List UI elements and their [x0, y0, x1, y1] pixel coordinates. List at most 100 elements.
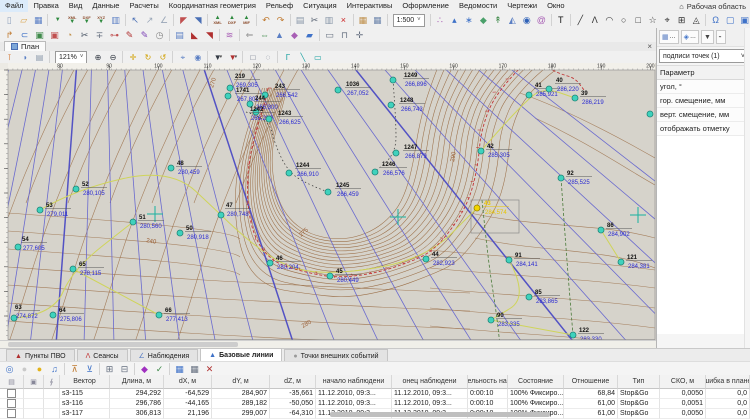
join-button[interactable]: ∓	[92, 29, 107, 42]
map-point[interactable]	[546, 86, 552, 92]
select-contour-button[interactable]: ◌	[260, 52, 275, 63]
new-document-button[interactable]: ▯	[2, 14, 16, 27]
export-mif-button[interactable]: ▲MIF	[239, 14, 253, 27]
map-point[interactable]	[218, 212, 224, 218]
map-point[interactable]	[267, 260, 273, 266]
sphere-view-button[interactable]: ◉	[520, 14, 534, 27]
tab-4-active[interactable]: ▲Базовые линии	[200, 348, 282, 362]
map-point[interactable]	[227, 85, 233, 91]
menu-item-13[interactable]: Окно	[542, 0, 569, 12]
open-document-button[interactable]: ▱	[16, 14, 30, 27]
layers-panel-button[interactable]: ▤	[32, 52, 47, 63]
copy-button[interactable]: ▤	[293, 14, 307, 27]
to-start-button[interactable]: ⊼	[67, 363, 82, 376]
map-point[interactable]	[50, 312, 56, 318]
point-labels-select[interactable]: подписи точек (1) ˅	[659, 49, 749, 63]
circle-tool-button[interactable]: ○	[616, 14, 630, 27]
workspace-area[interactable]: ⌂ Рабочая область	[679, 2, 750, 11]
row-checkbox[interactable]	[7, 389, 16, 398]
column-header-8[interactable]: dZ, м	[270, 375, 316, 389]
measure-tool-button[interactable]: ↗	[142, 14, 156, 27]
map-point[interactable]	[15, 244, 21, 250]
menu-item-2[interactable]: Правка	[28, 0, 63, 12]
zoom-select[interactable]: 121%˅	[55, 51, 87, 64]
rotate-view-button[interactable]: ↻	[140, 52, 155, 63]
map-point[interactable]	[558, 175, 564, 181]
save-button[interactable]: ▦	[31, 14, 45, 27]
snap-corner-button[interactable]: Г	[280, 52, 295, 63]
map-point[interactable]	[618, 259, 624, 265]
binoculars-button[interactable]: ◎	[2, 363, 17, 376]
column-header-14[interactable]: Тип	[618, 375, 660, 389]
row-checkbox[interactable]	[7, 399, 16, 408]
map-point-selected[interactable]	[474, 205, 480, 211]
map-point[interactable]	[266, 116, 272, 122]
table-horizontal-scrollbar[interactable]	[330, 412, 550, 417]
split-button[interactable]: ✂	[77, 29, 92, 42]
region-tool-button[interactable]: Ω	[708, 14, 722, 27]
rectangle-tool-button[interactable]: □	[631, 14, 645, 27]
arc-tool-button[interactable]: ◠	[602, 14, 616, 27]
triangle-tool-button[interactable]: ◬	[689, 14, 703, 27]
menu-item-5[interactable]: Расчеты	[124, 0, 163, 12]
export-xml-button[interactable]: ▲XML	[210, 14, 224, 27]
redo-button[interactable]: ↷	[273, 14, 287, 27]
map-point[interactable]	[70, 266, 76, 272]
previous-button[interactable]: ⇐	[242, 29, 257, 42]
close-tab-button[interactable]: ×	[647, 42, 652, 51]
map-point[interactable]	[423, 256, 429, 262]
panel-collapse-button[interactable]: ╸	[716, 30, 726, 44]
point-move-button[interactable]: ◥	[191, 14, 205, 27]
snap-point-button[interactable]: ▴	[447, 14, 461, 27]
map-point[interactable]	[526, 294, 532, 300]
zoom-in-button[interactable]: ⊕	[90, 52, 105, 63]
map-point[interactable]	[73, 186, 79, 192]
snap-rect-button[interactable]: ▭	[310, 52, 325, 63]
map-point[interactable]	[177, 230, 183, 236]
remove-row-button[interactable]: ⊟	[117, 363, 132, 376]
rotate-object-button[interactable]: ◔	[62, 29, 77, 42]
column-header-10[interactable]: онец наблюдени	[392, 375, 468, 389]
import-xyz-button[interactable]: XYZ▼	[94, 14, 108, 27]
draw-red-button[interactable]: ✎	[122, 29, 137, 42]
panel-menu-button[interactable]: ▼	[701, 30, 714, 44]
select-tool-button[interactable]: ↖	[128, 14, 142, 27]
slope-up-button[interactable]: ◥	[202, 29, 217, 42]
menu-item-9[interactable]: Интерактивы	[342, 0, 398, 12]
grid-tool-button[interactable]: ⊞	[674, 14, 688, 27]
import-dxf-button[interactable]: DXF▼	[79, 14, 93, 27]
crosshair-button[interactable]: ✛	[352, 29, 367, 42]
map-point[interactable]	[570, 332, 576, 338]
column-header-13[interactable]: Отношение	[564, 375, 618, 389]
surface-button[interactable]: ◆	[476, 14, 490, 27]
column-header-1[interactable]: ▤	[0, 375, 24, 389]
apply-button[interactable]: ✓	[152, 363, 167, 376]
undo-button[interactable]: ↶	[259, 14, 273, 27]
import-button[interactable]: ▼	[50, 14, 64, 27]
export-dxf-button[interactable]: ▲DXF	[225, 14, 239, 27]
center-view-button[interactable]: ⌖	[175, 52, 190, 63]
text-tool-button[interactable]: T	[554, 14, 568, 27]
recalculate-button[interactable]: ◆	[287, 29, 302, 42]
menu-item-12[interactable]: Чертежи	[502, 0, 542, 12]
menu-item-3[interactable]: Вид	[64, 0, 88, 12]
map-point[interactable]	[388, 102, 394, 108]
menu-item-6[interactable]: Координатная геометрия	[164, 0, 261, 12]
to-end-button[interactable]: ⊻	[82, 363, 97, 376]
column-header-15[interactable]: СКО, м	[660, 375, 706, 389]
fill-style-button[interactable]: ▤	[172, 29, 187, 42]
import-xml-button[interactable]: XML▼	[65, 14, 79, 27]
column-header-2[interactable]: ▣	[24, 375, 44, 389]
parameter-row-1[interactable]: угол, °	[657, 80, 750, 94]
exchange-button[interactable]: ⇔	[257, 29, 272, 42]
menu-item-11[interactable]: Ведомости	[454, 0, 502, 12]
menu-item-1[interactable]: Файл	[0, 0, 28, 12]
point-create-button[interactable]: ◤	[176, 14, 190, 27]
bulb-off-button[interactable]: ●	[17, 363, 32, 376]
pane-one-button[interactable]: ▢	[723, 14, 737, 27]
map-point[interactable]	[390, 77, 396, 83]
map-point[interactable]	[598, 227, 604, 233]
map-point[interactable]	[572, 95, 578, 101]
polygon-tool-button[interactable]: ☆	[645, 14, 659, 27]
edit-mode-button[interactable]: ⊺	[2, 52, 17, 63]
